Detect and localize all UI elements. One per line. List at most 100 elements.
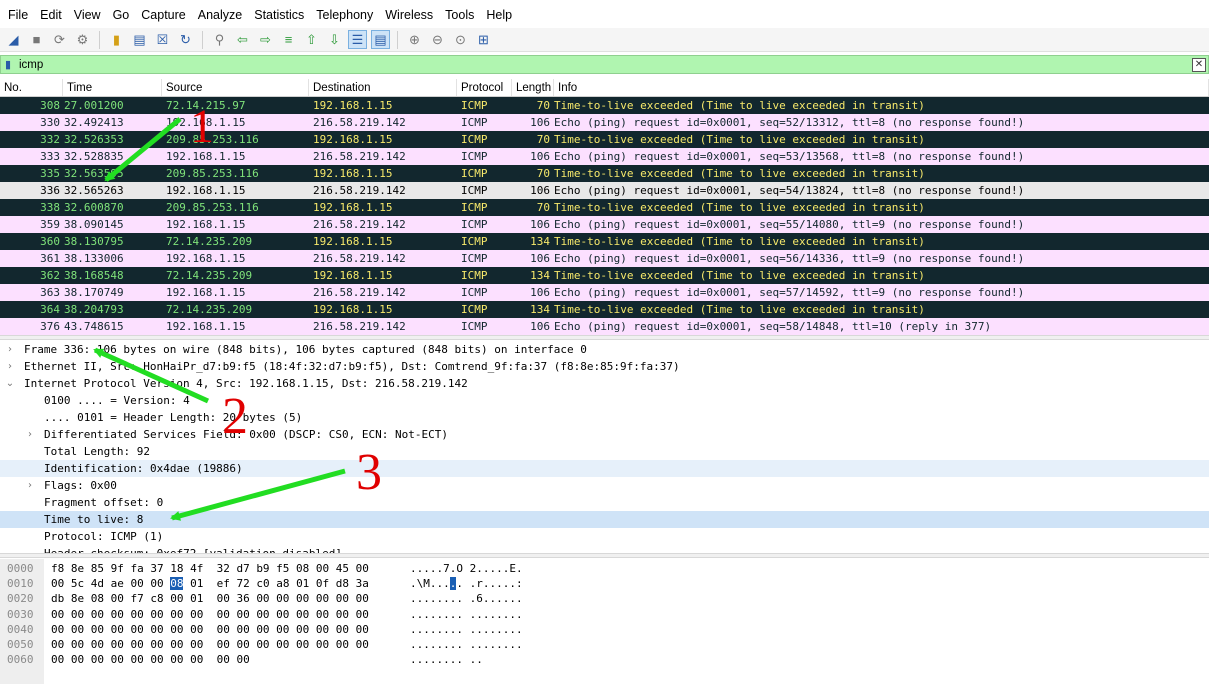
detail-tree-item[interactable]: › Frame 336: 106 bytes on wire (848 bits)…: [0, 341, 1209, 358]
hex-ascii[interactable]: .....7.O 2.....E.: [410, 561, 523, 577]
detail-item-label: Frame 336: 106 bytes on wire (848 bits),…: [24, 343, 587, 356]
hex-bytes-group: 32 d7 b9 f5 08 00 45 00: [216, 562, 369, 575]
column-header-source[interactable]: Source: [162, 79, 309, 96]
column-header-destination[interactable]: Destination: [309, 79, 457, 96]
menu-analyze[interactable]: Analyze: [192, 0, 248, 30]
hex-bytes[interactable]: 00 00 00 00 00 00 00 00 00 00: [51, 652, 250, 668]
packet-row[interactable]: 336 32.565263 192.168.1.15 216.58.219.142 IC…: [0, 182, 1209, 199]
hex-bytes[interactable]: db 8e 08 00 f7 c8 00 01 00 36 00 00 00 0…: [51, 591, 369, 607]
pane-splitter[interactable]: [0, 335, 1209, 340]
detail-tree-item[interactable]: Total Length: 92: [0, 443, 1209, 460]
packet-row[interactable]: 333 32.528835 192.168.1.15 216.58.219.142 IC…: [0, 148, 1209, 165]
open-folder-icon[interactable]: ▮: [107, 30, 126, 49]
go-back-arrow-icon[interactable]: ⇦: [233, 30, 252, 49]
stop-square-icon[interactable]: ■: [27, 30, 46, 49]
detail-tree-item[interactable]: Protocol: ICMP (1): [0, 528, 1209, 545]
menu-edit[interactable]: Edit: [34, 0, 68, 30]
packet-info-cell: Time-to-live exceeded (Time to live exce…: [554, 99, 925, 112]
hex-ascii[interactable]: ........ .6......: [410, 591, 523, 607]
hex-ascii[interactable]: ........ ........: [410, 637, 523, 653]
column-header-protocol[interactable]: Protocol: [457, 79, 512, 96]
packet-row[interactable]: 338 32.600870 209.85.253.116 192.168.1.15 IC…: [0, 199, 1209, 216]
packet-row[interactable]: 332 32.526353 209.85.253.116 192.168.1.15 IC…: [0, 131, 1209, 148]
resize-columns-icon[interactable]: ⊞: [474, 30, 493, 49]
bookmark-icon[interactable]: ▮: [1, 56, 15, 73]
hex-bytes[interactable]: 00 5c 4d ae 00 00 08 01 ef 72 c0 a8 01 0…: [51, 576, 369, 592]
hex-bytes[interactable]: 00 00 00 00 00 00 00 00 00 00 00 00 00 0…: [51, 622, 369, 638]
packet-row[interactable]: 376 43.748615 192.168.1.15 216.58.219.142 IC…: [0, 318, 1209, 335]
find-magnifier-icon[interactable]: ⚲: [210, 30, 229, 49]
go-first-icon[interactable]: ⇧: [302, 30, 321, 49]
packet-row[interactable]: 361 38.133006 192.168.1.15 216.58.219.142 IC…: [0, 250, 1209, 267]
packet-row[interactable]: 330 32.492413 192.168.1.15 216.58.219.142 IC…: [0, 114, 1209, 131]
detail-tree-item[interactable]: .... 0101 = Header Length: 20 bytes (5): [0, 409, 1209, 426]
chevron-down-icon[interactable]: ⌄: [4, 375, 16, 392]
hex-ascii[interactable]: ........ ........: [410, 622, 523, 638]
detail-tree-item[interactable]: Fragment offset: 0: [0, 494, 1209, 511]
go-last-icon[interactable]: ⇩: [325, 30, 344, 49]
column-header-time[interactable]: Time: [63, 79, 162, 96]
autoscroll-icon[interactable]: ☰: [348, 30, 367, 49]
restart-icon[interactable]: ⟳: [50, 30, 69, 49]
shark-fin-start-icon[interactable]: ◢: [4, 30, 23, 49]
packet-row[interactable]: 335 32.563595 209.85.253.116 192.168.1.15 IC…: [0, 165, 1209, 182]
column-header-info[interactable]: Info: [554, 79, 1209, 96]
display-filter-input[interactable]: [15, 58, 1192, 71]
colorize-icon[interactable]: ▤: [371, 30, 390, 49]
hex-ascii[interactable]: ........ ..: [410, 652, 483, 668]
packet-destination-cell: 216.58.219.142: [313, 320, 406, 333]
menu-file[interactable]: File: [2, 0, 34, 30]
reload-icon[interactable]: ↻: [176, 30, 195, 49]
menu-help[interactable]: Help: [480, 0, 518, 30]
hex-bytes-group: 00 5c 4d ae 00 00 08 01: [51, 577, 204, 591]
packet-protocol-cell: ICMP: [461, 116, 488, 129]
chevron-right-icon[interactable]: ›: [4, 358, 16, 375]
packet-destination-cell: 216.58.219.142: [313, 184, 406, 197]
hex-ascii[interactable]: .\M..... .r.....:: [410, 576, 523, 592]
column-header-length[interactable]: Length: [512, 79, 554, 96]
packet-length-cell: 106: [530, 320, 550, 333]
selected-byte[interactable]: 08: [170, 577, 184, 591]
menu-telephony[interactable]: Telephony: [310, 0, 379, 30]
capture-options-gear-icon[interactable]: ⚙: [73, 30, 92, 49]
menu-go[interactable]: Go: [107, 0, 136, 30]
menu-view[interactable]: View: [68, 0, 107, 30]
clear-filter-icon[interactable]: ✕: [1192, 57, 1206, 72]
detail-tree-item[interactable]: › Flags: 0x00: [0, 477, 1209, 494]
packet-row[interactable]: 360 38.130795 72.14.235.209 192.168.1.15 ICM…: [0, 233, 1209, 250]
menu-wireless[interactable]: Wireless: [379, 0, 439, 30]
menu-capture[interactable]: Capture: [135, 0, 191, 30]
go-to-packet-icon[interactable]: ≡: [279, 30, 298, 49]
packet-row[interactable]: 363 38.170749 192.168.1.15 216.58.219.142 IC…: [0, 284, 1209, 301]
detail-tree-item[interactable]: Identification: 0x4dae (19886): [0, 460, 1209, 477]
detail-tree-item[interactable]: ⌄ Internet Protocol Version 4, Src: 192.1…: [0, 375, 1209, 392]
menu-tools[interactable]: Tools: [439, 0, 480, 30]
save-file-icon[interactable]: ▤: [130, 30, 149, 49]
pane-splitter[interactable]: [0, 553, 1209, 558]
packet-info-cell: Time-to-live exceeded (Time to live exce…: [554, 303, 925, 316]
hex-ascii[interactable]: ........ ........: [410, 607, 523, 623]
detail-tree-item[interactable]: › Ethernet II, Src: HonHaiPr_d7:b9:f5 (18…: [0, 358, 1209, 375]
detail-tree-item[interactable]: › Differentiated Services Field: 0x00 (DS…: [0, 426, 1209, 443]
chevron-right-icon[interactable]: ›: [4, 341, 16, 358]
zoom-in-icon[interactable]: ⊕: [405, 30, 424, 49]
go-forward-arrow-icon[interactable]: ⇨: [256, 30, 275, 49]
hex-ascii-group: .r.....:: [469, 577, 523, 591]
hex-bytes[interactable]: f8 8e 85 9f fa 37 18 4f 32 d7 b9 f5 08 0…: [51, 561, 369, 577]
detail-tree-item[interactable]: 0100 .... = Version: 4: [0, 392, 1209, 409]
close-file-icon[interactable]: ☒: [153, 30, 172, 49]
packet-row[interactable]: 308 27.001200 72.14.215.97 192.168.1.15 ICMP…: [0, 97, 1209, 114]
packet-row[interactable]: 359 38.090145 192.168.1.15 216.58.219.142 IC…: [0, 216, 1209, 233]
chevron-right-icon[interactable]: ›: [24, 426, 36, 443]
chevron-right-icon[interactable]: ›: [24, 477, 36, 494]
zoom-normal-icon[interactable]: ⊙: [451, 30, 470, 49]
packet-time-cell: 32.526353: [64, 133, 124, 146]
hex-bytes[interactable]: 00 00 00 00 00 00 00 00 00 00 00 00 00 0…: [51, 637, 369, 653]
zoom-out-icon[interactable]: ⊖: [428, 30, 447, 49]
menu-statistics[interactable]: Statistics: [248, 0, 310, 30]
hex-bytes[interactable]: 00 00 00 00 00 00 00 00 00 00 00 00 00 0…: [51, 607, 369, 623]
packet-row[interactable]: 364 38.204793 72.14.235.209 192.168.1.15 ICM…: [0, 301, 1209, 318]
packet-row[interactable]: 362 38.168548 72.14.235.209 192.168.1.15 ICM…: [0, 267, 1209, 284]
column-header-no[interactable]: No.: [0, 79, 63, 96]
detail-tree-item[interactable]: Time to live: 8: [0, 511, 1209, 528]
